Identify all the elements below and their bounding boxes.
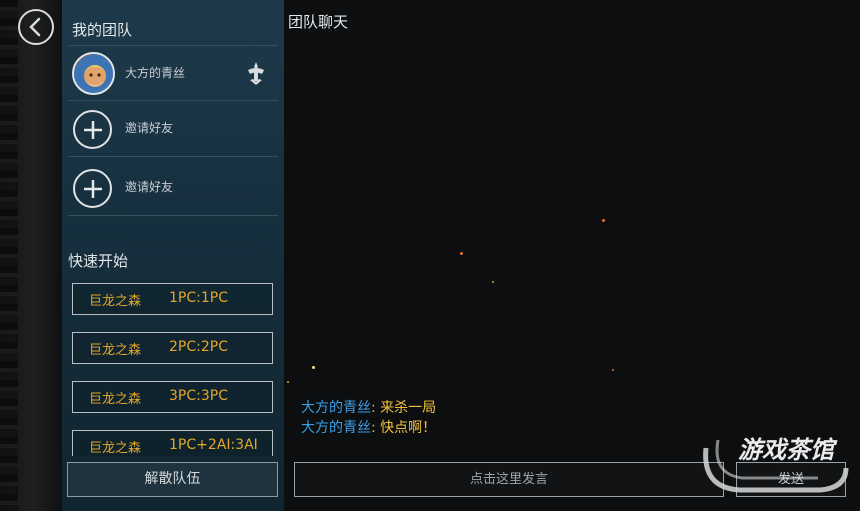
team-member-slot[interactable]: 大方的青丝 [68,45,278,101]
chat-message: 大方的青丝: 来杀一局 [301,397,436,417]
quick-start-option[interactable]: 巨龙之森 3PC:3PC [72,381,273,413]
member-name: 大方的青丝 [125,66,186,80]
ember-particle [492,281,494,283]
quick-start-title: 快速开始 [68,252,129,270]
invite-friend-label: 邀请好友 [125,180,174,194]
torn-edge-decor [0,0,18,511]
message-separator: : [371,420,381,436]
chat-title: 团队聊天 [288,13,349,31]
invite-friend-label: 邀请好友 [125,121,174,135]
message-text: 快点啊！ [380,420,437,436]
watermark-logo: 游戏茶馆 [703,436,849,493]
disband-team-button[interactable]: 解散队伍 [67,462,278,497]
plus-icon [83,120,102,139]
left-decor-strip [0,0,62,511]
match-mode: 2PC:2PC [169,339,228,355]
ember-particle [612,369,614,371]
plus-icon [83,179,102,198]
invite-button[interactable] [73,110,112,149]
ember-particle [602,219,605,222]
avatar-portrait-icon [74,54,113,93]
message-sender: 大方的青丝 [301,400,371,416]
map-name: 巨龙之森 [89,392,142,407]
chevron-left-icon [29,17,41,37]
avatar [72,52,115,95]
match-mode: 1PC+2AI:3AI [169,437,258,453]
invite-friend-slot[interactable]: 邀请好友 [68,160,278,216]
team-panel: 我的团队 大方的青丝 邀请好友 邀请好友 快速开始 巨龙之森 1PC:1PC 巨… [62,0,284,511]
ember-particle [312,366,315,369]
match-mode: 3PC:3PC [169,388,228,404]
chat-message: 大方的青丝: 快点啊！ [301,417,436,437]
message-sender: 大方的青丝 [301,420,371,436]
quick-start-option[interactable]: 巨龙之森 2PC:2PC [72,332,273,364]
team-chat-panel: 团队聊天 大方的青丝: 来杀一局 大方的青丝: 快点啊！ 点击这里发言 发送 游… [284,0,860,511]
ember-particle [287,381,289,383]
message-text: 来杀一局 [380,400,437,416]
watermark-text: 游戏茶馆 [738,436,838,464]
map-name: 巨龙之森 [89,343,142,358]
invite-button[interactable] [73,169,112,208]
quick-start-option[interactable]: 巨龙之森 1PC+2AI:3AI [72,430,273,456]
message-separator: : [371,400,381,416]
quick-start-option[interactable]: 巨龙之森 1PC:1PC [72,283,273,315]
map-name: 巨龙之森 [89,441,142,456]
back-button[interactable] [18,9,54,45]
map-name: 巨龙之森 [89,294,142,309]
invite-friend-slot[interactable]: 邀请好友 [68,101,278,157]
team-panel-title: 我的团队 [72,21,133,39]
leader-crest-icon [248,62,264,85]
match-mode: 1PC:1PC [169,290,228,306]
ember-particle [460,252,463,255]
chat-input[interactable]: 点击这里发言 [294,462,724,497]
